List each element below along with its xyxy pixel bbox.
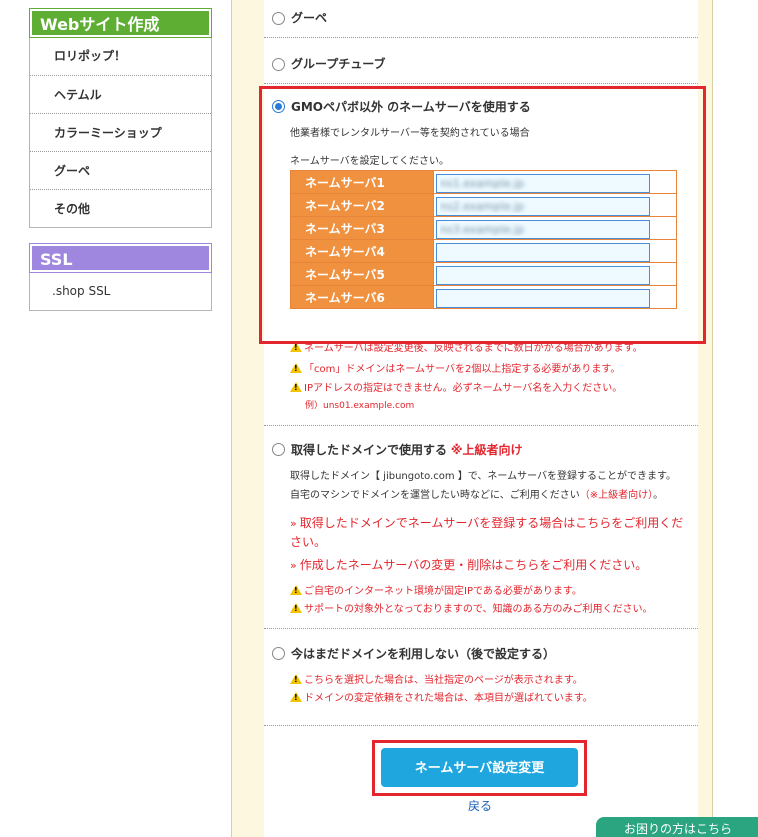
ns-example: 例）uns01.example.com <box>305 401 415 411</box>
divider <box>264 83 698 84</box>
back-link[interactable]: 戻る <box>468 797 492 814</box>
sidebar-item-colorme[interactable]: カラーミーショップ <box>30 113 211 151</box>
radio-later[interactable] <box>272 647 285 660</box>
divider <box>264 37 698 38</box>
option-grouptube-label: グループチューブ <box>291 57 386 71</box>
arrow-icon: » <box>290 559 297 572</box>
warning-later-2: ドメインの変定依頼をされた場合は、本項目が選ばれています。 <box>290 689 593 704</box>
warning-icon <box>290 674 302 684</box>
divider <box>264 425 698 426</box>
warning-later-1: こちらを選択した場合は、当社指定のページが表示されます。 <box>290 671 583 686</box>
sidebar-item-goope[interactable]: グーペ <box>30 151 211 189</box>
warning-icon <box>290 603 302 613</box>
warning-com: 「com」ドメインはネームサーバを2個以上指定する必要があります。 <box>290 360 620 375</box>
highlight-submit <box>372 740 587 796</box>
arrow-icon: » <box>290 517 297 530</box>
option-own-domain[interactable]: 取得したドメインで使用する ※上級者向け <box>272 441 523 458</box>
warning-icon <box>290 363 302 373</box>
option-grouptube[interactable]: グループチューブ <box>272 55 386 72</box>
divider <box>264 628 698 629</box>
option-later-title: 今はまだドメインを利用しない（後で設定する） <box>291 647 556 661</box>
sidebar-website-title: Webサイト作成 <box>29 8 212 38</box>
radio-grouptube[interactable] <box>272 58 285 71</box>
own-domain-desc2: 自宅のマシンでドメインを運営したい時などに、ご利用ください（※上級者向け）。 <box>290 490 664 501</box>
register-ns-link[interactable]: » 取得したドメインでネームサーバを登録する場合はこちらをご利用ください。 <box>290 514 690 552</box>
warning-ip: IPアドレスの指定はできません。必ずネームサーバ名を入力ください。 <box>290 379 622 394</box>
warning-icon <box>290 692 302 702</box>
sidebar-ssl-box: SSL .shop SSL <box>29 243 212 311</box>
page: Webサイト作成 ロリポップ！ ヘテムル カラーミーショップ グーペ その他 S… <box>0 0 758 837</box>
warning-icon <box>290 382 302 392</box>
sidebar-website-box: Webサイト作成 ロリポップ！ ヘテムル カラーミーショップ グーペ その他 <box>29 8 212 228</box>
own-domain-desc1: 取得したドメイン【 jibungoto.com 】で、ネームサーバを登録すること… <box>290 471 677 482</box>
sidebar-item-lolipop[interactable]: ロリポップ！ <box>30 37 211 75</box>
advanced-tag: ※上級者向け <box>450 443 523 457</box>
sidebar-ssl-title: SSL <box>29 243 212 273</box>
sidebar-item-heteml[interactable]: ヘテムル <box>30 75 211 113</box>
sidebar-item-other[interactable]: その他 <box>30 189 211 227</box>
highlight-other-ns <box>259 86 706 344</box>
option-goope-label: グーペ <box>291 11 328 25</box>
warning-support: サポートの対象外となっておりますので、知識のある方のみご利用ください。 <box>290 600 653 615</box>
divider <box>264 725 698 726</box>
option-later[interactable]: 今はまだドメインを利用しない（後で設定する） <box>272 645 555 662</box>
warning-icon <box>290 585 302 595</box>
help-button[interactable]: お困りの方はこちら <box>596 817 758 837</box>
option-own-domain-title: 取得したドメインで使用する <box>291 443 448 457</box>
radio-goope[interactable] <box>272 12 285 25</box>
warning-fixed-ip: ご自宅のインターネット環境が固定IPである必要があります。 <box>290 582 582 597</box>
radio-own-domain[interactable] <box>272 443 285 456</box>
edit-ns-link[interactable]: » 作成したネームサーバの変更・削除はこちらをご利用ください。 <box>290 556 647 573</box>
option-goope[interactable]: グーペ <box>272 9 327 26</box>
sidebar-item-shop-ssl[interactable]: .shop SSL <box>30 272 211 310</box>
